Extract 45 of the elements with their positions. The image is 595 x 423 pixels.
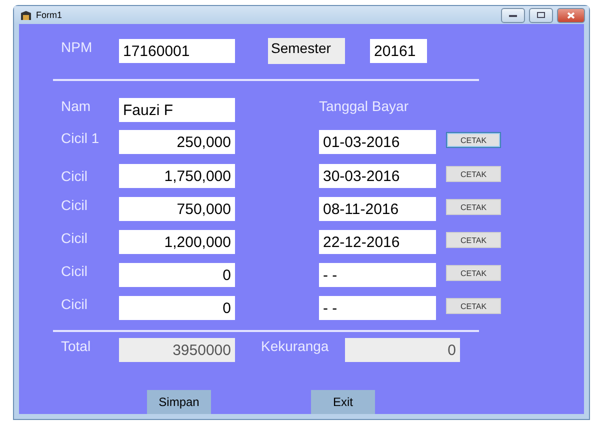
npm-label: NPM [61, 39, 94, 55]
close-button[interactable] [557, 8, 585, 22]
amount-field[interactable]: 0 [119, 263, 235, 287]
total-label: Total [61, 338, 92, 354]
minimize-icon [509, 13, 517, 17]
close-icon [567, 12, 575, 18]
print-button[interactable]: CETAK [446, 199, 501, 215]
save-button[interactable]: Simpan [147, 390, 211, 414]
installment-label: Cicil [61, 296, 88, 312]
app-icon [20, 10, 32, 20]
installment-label: Cicil [61, 263, 88, 279]
amount-field[interactable]: 1,750,000 [119, 164, 235, 188]
exit-button[interactable]: Exit [311, 390, 375, 414]
installment-label: Cicil [61, 168, 88, 184]
date-field[interactable]: 22-12-2016 [319, 230, 436, 254]
date-field[interactable]: 08-11-2016 [319, 197, 436, 221]
installment-label: Cicil [61, 197, 88, 213]
date-heading: Tanggal Bayar [319, 98, 410, 114]
installment-label: Cicil [61, 230, 88, 246]
maximize-button[interactable] [529, 8, 553, 22]
semester-field[interactable]: 20161 [370, 39, 427, 63]
semester-label: Semester [268, 38, 345, 64]
date-field[interactable]: - - [319, 263, 436, 287]
name-field[interactable]: Fauzi F [119, 98, 235, 122]
total-field[interactable]: 3950000 [119, 338, 235, 362]
remaining-label: Kekuranga [261, 338, 330, 354]
npm-field[interactable]: 17160001 [119, 39, 235, 63]
maximize-icon [537, 12, 545, 18]
window-title: Form1 [36, 10, 64, 20]
amount-field[interactable]: 750,000 [119, 197, 235, 221]
print-button[interactable]: CETAK [446, 232, 501, 248]
print-button[interactable]: CETAK [446, 132, 501, 148]
minimize-button[interactable] [501, 8, 525, 22]
amount-field[interactable]: 250,000 [119, 130, 235, 154]
print-button[interactable]: CETAK [446, 265, 501, 281]
date-field[interactable]: - - [319, 296, 436, 320]
print-button[interactable]: CETAK [446, 166, 501, 182]
amount-field[interactable]: 0 [119, 296, 235, 320]
remaining-field[interactable]: 0 [345, 338, 460, 362]
name-label: Nam [61, 98, 92, 114]
date-field[interactable]: 30-03-2016 [319, 164, 436, 188]
installment-label: Cicil 1 [61, 130, 100, 146]
date-field[interactable]: 01-03-2016 [319, 130, 436, 154]
amount-field[interactable]: 1,200,000 [119, 230, 235, 254]
print-button[interactable]: CETAK [446, 298, 501, 314]
